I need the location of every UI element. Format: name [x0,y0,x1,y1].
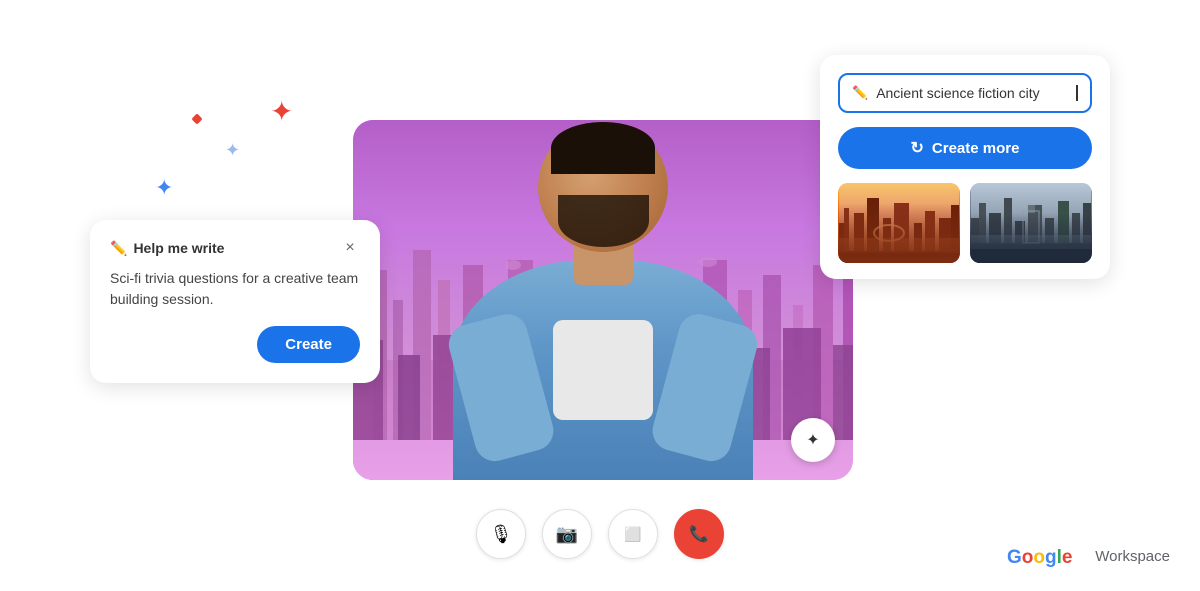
image-prompt-input[interactable]: ✏️ Ancient science fiction city [838,73,1092,113]
person-shirt [553,320,653,420]
help-me-write-card: ✏️ Help me write × Sci-fi trivia questio… [90,220,380,383]
dot-red-1 [191,113,202,124]
cursor-blink [1076,85,1078,101]
camera-icon: 📷 [556,524,578,545]
google-workspace-logo: Google Workspace [1007,543,1170,569]
city-thumb-2-svg [970,183,1092,263]
sparkle-blue-medium: ✦ [155,175,173,201]
wand-write-icon: ✏️ [110,240,127,257]
svg-text:Google: Google [1007,547,1072,568]
image-thumb-2[interactable] [970,183,1092,263]
city-thumb-1-svg [838,183,960,263]
person-beard [558,195,649,247]
screen-share-button[interactable]: ⬜ [608,509,658,559]
sparkle-red-large: ✦ [270,95,293,128]
phone-icon: 📞 [689,524,709,544]
person-hair [551,122,655,174]
person-silhouette [433,160,773,480]
image-generation-card: ✏️ Ancient science fiction city ↻ Create… [820,55,1110,279]
create-more-button[interactable]: ↻ Create more [838,127,1092,169]
workspace-label: Workspace [1095,548,1170,565]
image-prompt-text: Ancient science fiction city [876,85,1068,101]
screen-icon: ⬜ [624,526,641,543]
ai-enhance-button[interactable]: ✦ [791,418,835,462]
create-more-label: Create more [932,140,1020,157]
write-card-body: Sci-fi trivia questions for a creative t… [110,268,360,310]
image-thumb-1[interactable] [838,183,960,263]
write-card-header: ✏️ Help me write × [110,238,360,258]
video-call-area: ✦ [353,120,853,480]
image-thumbnails [838,183,1092,263]
write-create-button[interactable]: Create [257,326,360,363]
mic-icon: 🎙 [490,524,513,545]
microphone-button[interactable]: 🎙 [476,509,526,559]
google-logo-svg: Google [1007,543,1087,569]
write-card-title: ✏️ Help me write [110,240,224,257]
video-controls-bar: 🎙 📷 ⬜ 📞 [476,509,724,559]
end-call-button[interactable]: 📞 [674,509,724,559]
sparkle-blue-small: ✦ [225,140,240,161]
write-card-close-button[interactable]: × [340,238,360,258]
camera-button[interactable]: 📷 [542,509,592,559]
person-head [538,122,668,252]
refresh-icon: ↻ [911,138,924,158]
image-wand-icon: ✏️ [852,85,868,101]
sparkle-icon: ✦ [806,430,819,450]
write-card-title-text: Help me write [133,240,224,256]
